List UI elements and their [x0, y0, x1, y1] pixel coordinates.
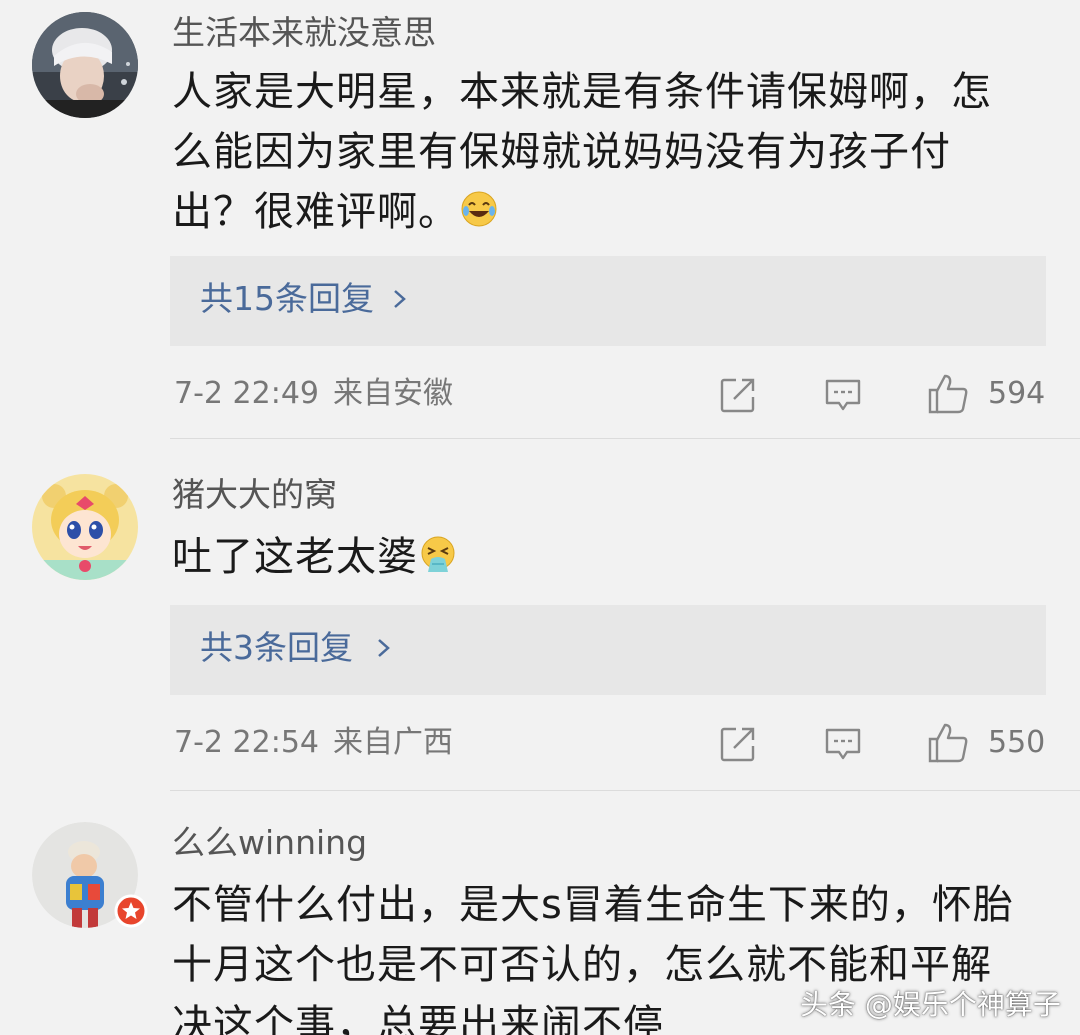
comment-icon[interactable] [823, 724, 863, 764]
username[interactable]: 么么winning [172, 826, 367, 859]
location: 来自安徽 [333, 376, 453, 411]
username[interactable]: 猪大大的窝 [172, 478, 337, 511]
comment-text: 人家是大明星，本来就是有条件请保姆啊，怎么能因为家里有保姆就说妈妈没有为孩子付出… [172, 62, 1032, 246]
thumbs-up-icon[interactable] [926, 372, 970, 416]
username[interactable]: 生活本来就没意思 [172, 16, 436, 49]
comment-meta: 7-2 22:54 来自广西 [174, 728, 453, 758]
chevron-right-icon [394, 290, 406, 308]
chevron-right-icon [378, 639, 390, 657]
replies-link[interactable]: 共15条回复 [170, 256, 1046, 346]
timestamp: 7-2 22:49 [174, 376, 319, 411]
share-icon[interactable] [718, 724, 758, 764]
vomiting-face-emoji [418, 531, 458, 591]
avatar-photo [32, 12, 138, 118]
comment-feed: 生活本来就没意思 人家是大明星，本来就是有条件请保姆啊，怎么能因为家里有保姆就说… [0, 0, 1080, 1035]
avatar[interactable] [32, 12, 138, 118]
replies-label: 共3条回复 [200, 628, 353, 667]
avatar[interactable] [32, 822, 148, 928]
like-count: 550 [988, 725, 1046, 760]
comment-text-content: 吐了这老太婆 [172, 534, 418, 580]
divider [170, 438, 1080, 439]
avatar[interactable] [32, 474, 138, 580]
replies-label: 共15条回复 [200, 279, 374, 318]
avatar-photo [32, 474, 138, 580]
comment-text-content: 人家是大明星，本来就是有条件请保姆啊，怎么能因为家里有保姆就说妈妈没有为孩子付出… [172, 69, 992, 235]
watermark: 头条 @娱乐个神算子 [800, 988, 1061, 1021]
replies-link[interactable]: 共3条回复 [170, 605, 1046, 695]
like-count: 594 [988, 376, 1046, 411]
thumbs-up-icon[interactable] [926, 721, 970, 765]
comment-meta: 7-2 22:49 来自安徽 [174, 379, 453, 409]
location: 来自广西 [333, 725, 453, 760]
comment-text: 吐了这老太婆 [172, 527, 1032, 591]
timestamp: 7-2 22:54 [174, 725, 319, 760]
share-icon[interactable] [718, 375, 758, 415]
comment-icon[interactable] [823, 375, 863, 415]
divider [170, 790, 1080, 791]
laughing-tears-emoji [459, 186, 499, 246]
verified-badge [114, 894, 148, 928]
